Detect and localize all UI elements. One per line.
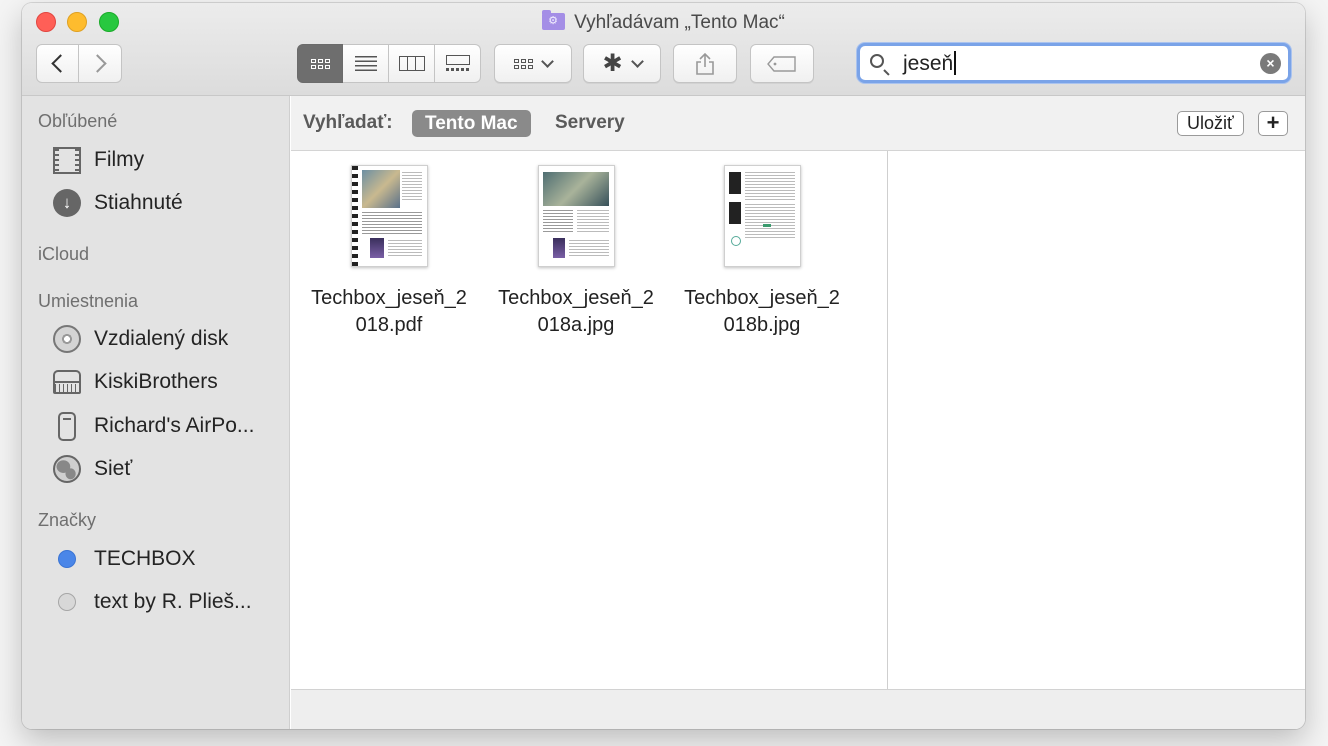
file-item[interactable]: Techbox_jeseň_2 018.pdf — [299, 165, 479, 339]
airpods-icon — [58, 411, 76, 441]
add-criteria-button[interactable]: + — [1258, 111, 1288, 136]
tag-icon — [767, 55, 796, 72]
sidebar-item-label: Richard's AirPo... — [94, 414, 255, 437]
icon-view-button[interactable] — [297, 44, 343, 83]
share-icon — [696, 52, 714, 75]
window-title-text: Vyhľadávam „Tento Mac“ — [574, 12, 785, 33]
file-item[interactable]: Techbox_jeseň_2 018a.jpg — [486, 165, 666, 339]
edit-tags-button[interactable] — [750, 44, 814, 83]
action-menu-button[interactable]: ✱ — [583, 44, 661, 83]
chevron-down-icon — [630, 54, 644, 68]
file-item[interactable]: Techbox_jeseň_2 018b.jpg — [672, 165, 852, 339]
sidebar-item-label: TECHBOX — [94, 547, 196, 570]
scope-label: Vyhľadať: — [303, 112, 393, 133]
column-view-button[interactable] — [389, 44, 435, 83]
share-button[interactable] — [673, 44, 737, 83]
save-search-button[interactable]: Uložiť — [1177, 111, 1244, 136]
chevron-down-icon — [541, 54, 554, 68]
toolbar: Vyhľadávam „Tento Mac“ ✱ — [22, 3, 1305, 96]
file-name: Techbox_jeseň_2 018.pdf — [311, 287, 467, 336]
network-globe-icon — [53, 455, 81, 483]
search-icon — [870, 54, 884, 68]
file-name: Techbox_jeseň_2 018a.jpg — [498, 287, 654, 336]
results-area: Techbox_jeseň_2 018.pdf Techbox_jeseň_2 … — [291, 151, 1305, 689]
search-input[interactable]: jeseň — [903, 51, 956, 77]
scope-servers-button[interactable]: Servery — [555, 112, 625, 134]
gallery-view-icon — [445, 55, 470, 72]
finder-window: Vyhľadávam „Tento Mac“ ✱ — [22, 3, 1305, 729]
window-title: Vyhľadávam „Tento Mac“ — [22, 10, 1305, 35]
search-field[interactable]: jeseň × — [857, 43, 1291, 83]
view-mode-control — [297, 44, 481, 83]
list-view-icon — [354, 56, 377, 71]
sidebar-item-label: Filmy — [94, 148, 145, 171]
sidebar-item-tag-techbox[interactable]: TECHBOX — [52, 544, 196, 574]
preview-divider[interactable] — [887, 151, 888, 689]
chevron-left-icon — [50, 54, 70, 73]
sidebar: Obľúbené Filmy ↓ Stiahnuté iCloud Umiest… — [22, 96, 290, 729]
back-forward-control — [36, 44, 122, 83]
sidebar-item-airpods[interactable]: Richard's AirPo... — [52, 411, 254, 441]
clear-icon: × — [1266, 55, 1275, 71]
search-scope-bar: Vyhľadať: Tento Mac Servery Uložiť + — [291, 96, 1305, 151]
forward-button[interactable] — [79, 44, 122, 83]
image-thumbnail — [537, 165, 615, 267]
disc-icon — [53, 325, 81, 353]
sidebar-item-label: text by R. Plieš... — [94, 590, 252, 613]
tag-color-dot-icon — [58, 593, 76, 611]
film-icon — [53, 146, 81, 174]
back-button[interactable] — [36, 44, 79, 83]
sidebar-item-label: Stiahnuté — [94, 191, 183, 214]
sidebar-item-filmy[interactable]: Filmy — [52, 145, 144, 175]
sidebar-item-label: Sieť — [94, 457, 133, 480]
gear-icon: ✱ — [602, 49, 623, 77]
icon-view-icon — [310, 58, 330, 69]
list-view-button[interactable] — [343, 44, 389, 83]
sidebar-section-tags: Značky — [38, 510, 97, 530]
file-name: Techbox_jeseň_2 018b.jpg — [684, 287, 840, 336]
download-icon: ↓ — [53, 189, 81, 217]
sidebar-item-kiskibrothers[interactable]: KiskiBrothers — [52, 367, 218, 397]
pdf-thumbnail — [350, 165, 428, 267]
chevron-right-icon — [88, 54, 107, 73]
group-by-icon — [514, 58, 533, 69]
sidebar-item-tag-text-by[interactable]: text by R. Plieš... — [52, 587, 252, 617]
sidebar-section-favorites: Obľúbené — [38, 111, 118, 131]
sidebar-item-network[interactable]: Sieť — [52, 454, 132, 484]
nas-drive-icon — [53, 370, 81, 394]
sidebar-item-label: Vzdialený disk — [94, 327, 229, 350]
sidebar-section-icloud: iCloud — [38, 244, 90, 264]
clear-search-button[interactable]: × — [1260, 53, 1281, 74]
scope-this-mac-button[interactable]: Tento Mac — [412, 110, 531, 137]
column-view-icon — [398, 56, 425, 71]
sidebar-item-remote-disc[interactable]: Vzdialený disk — [52, 324, 228, 354]
sidebar-item-label: KiskiBrothers — [94, 370, 218, 393]
sidebar-item-stiahnute[interactable]: ↓ Stiahnuté — [52, 188, 183, 218]
group-by-button[interactable] — [494, 44, 572, 83]
image-thumbnail — [723, 165, 801, 267]
smart-folder-icon — [542, 10, 566, 30]
gallery-view-button[interactable] — [435, 44, 481, 83]
tag-color-dot-icon — [58, 550, 76, 568]
path-bar — [291, 689, 1305, 729]
sidebar-section-locations: Umiestnenia — [38, 291, 139, 311]
